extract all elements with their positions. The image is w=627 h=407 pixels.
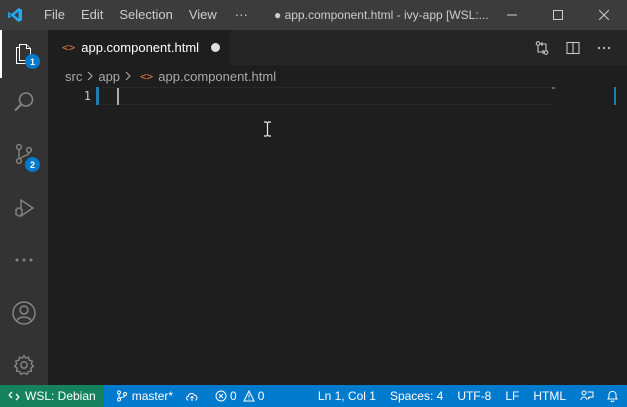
cloud-upload-icon <box>186 393 198 401</box>
notifications-button[interactable] <box>600 385 627 407</box>
warning-count: 0 <box>257 389 265 403</box>
activity-run-debug[interactable] <box>0 184 48 232</box>
warning-icon <box>242 390 255 402</box>
window-title: ● app.component.html - ivy-app [WSL:... <box>274 8 489 22</box>
search-icon <box>14 92 34 112</box>
editor-actions <box>526 30 619 65</box>
bell-icon <box>607 391 618 403</box>
scrollbar-overview[interactable] <box>614 87 616 105</box>
encoding[interactable]: UTF-8 <box>451 385 499 407</box>
mouse-ibeam-icon <box>263 121 272 137</box>
explorer-badge: 1 <box>25 54 40 69</box>
account-icon <box>12 301 36 325</box>
activity-search[interactable] <box>0 78 48 126</box>
activity-source-control[interactable]: 2 <box>0 130 48 178</box>
breadcrumb-file[interactable]: app.component.html <box>158 69 276 84</box>
minimize-button[interactable] <box>489 0 535 30</box>
close-icon <box>599 10 609 20</box>
indentation[interactable]: Spaces: 4 <box>384 385 451 407</box>
minimize-icon <box>507 14 517 16</box>
source-control-badge: 2 <box>25 157 40 172</box>
menu-file[interactable]: File <box>36 0 73 30</box>
status-bar-right: Ln 1, Col 1 Spaces: 4 UTF-8 LF HTML <box>312 385 627 407</box>
active-indicator <box>0 30 2 78</box>
vscode-logo-icon <box>0 0 30 30</box>
breadcrumb-app[interactable]: app <box>98 69 120 84</box>
problems-status[interactable]: 0 0 <box>209 385 270 407</box>
end-of-line[interactable]: LF <box>499 385 527 407</box>
menu-selection[interactable]: Selection <box>111 0 180 30</box>
breadcrumb: src app <> app.component.html <box>48 65 627 87</box>
html-file-icon: <> <box>140 69 154 83</box>
remote-label: WSL: Debian <box>25 389 96 403</box>
language-mode[interactable]: HTML <box>527 385 574 407</box>
activity-explorer[interactable]: 1 <box>0 30 48 78</box>
branch-icon <box>116 390 127 402</box>
maximize-button[interactable] <box>535 0 581 30</box>
split-editor-icon <box>565 41 580 54</box>
menu-view[interactable]: View <box>181 0 225 30</box>
activity-bar: 1 2 <box>0 30 48 385</box>
branch-status[interactable]: master* <box>110 385 179 407</box>
remote-icon <box>8 391 20 401</box>
code-editor[interactable]: 1 <box>48 87 627 385</box>
activity-more[interactable] <box>0 236 48 284</box>
breadcrumb-src[interactable]: src <box>65 69 82 84</box>
close-button[interactable] <box>581 0 627 30</box>
sync-button[interactable] <box>179 385 205 407</box>
added-line-marker <box>96 87 99 105</box>
cursor-position[interactable]: Ln 1, Col 1 <box>312 385 384 407</box>
chevron-right-icon <box>86 71 94 81</box>
error-icon <box>215 390 227 402</box>
error-count: 0 <box>230 389 237 403</box>
feedback-icon <box>580 390 594 401</box>
text-cursor <box>117 88 119 105</box>
minimap-marker <box>552 87 555 89</box>
activity-manage[interactable] <box>0 341 48 389</box>
split-editor-button[interactable] <box>557 30 588 65</box>
gear-icon <box>13 354 35 375</box>
tab-label: app.component.html <box>81 40 200 55</box>
chevron-right-icon <box>124 71 132 81</box>
ellipsis-icon <box>15 258 33 262</box>
maximize-icon <box>553 10 563 20</box>
menu-more[interactable]: ··· <box>227 0 256 30</box>
branch-label: master* <box>131 389 174 403</box>
title-bar: File Edit Selection View ··· ● app.compo… <box>0 0 627 30</box>
window-controls <box>489 0 627 30</box>
feedback-button[interactable] <box>574 385 600 407</box>
more-actions-button[interactable] <box>588 30 619 65</box>
html-file-icon: <> <box>62 41 76 54</box>
line-number: 1 <box>83 89 91 103</box>
remote-indicator[interactable]: WSL: Debian <box>0 385 104 407</box>
current-line-highlight <box>102 87 552 105</box>
tab-app-component-html[interactable]: <> app.component.html <box>48 30 230 65</box>
debug-icon <box>15 198 35 218</box>
more-actions-icon <box>597 46 610 49</box>
open-changes-icon <box>535 40 548 55</box>
status-bar: WSL: Debian master* 0 0 Ln 1, Col 1 Spac… <box>0 385 627 407</box>
editor-tabs: <> app.component.html <box>48 30 627 65</box>
menu-edit[interactable]: Edit <box>73 0 111 30</box>
menu-bar: File Edit Selection View ··· <box>36 0 256 30</box>
unsaved-dot-icon[interactable] <box>211 43 220 52</box>
activity-accounts[interactable] <box>0 289 48 337</box>
open-changes-button[interactable] <box>526 30 557 65</box>
